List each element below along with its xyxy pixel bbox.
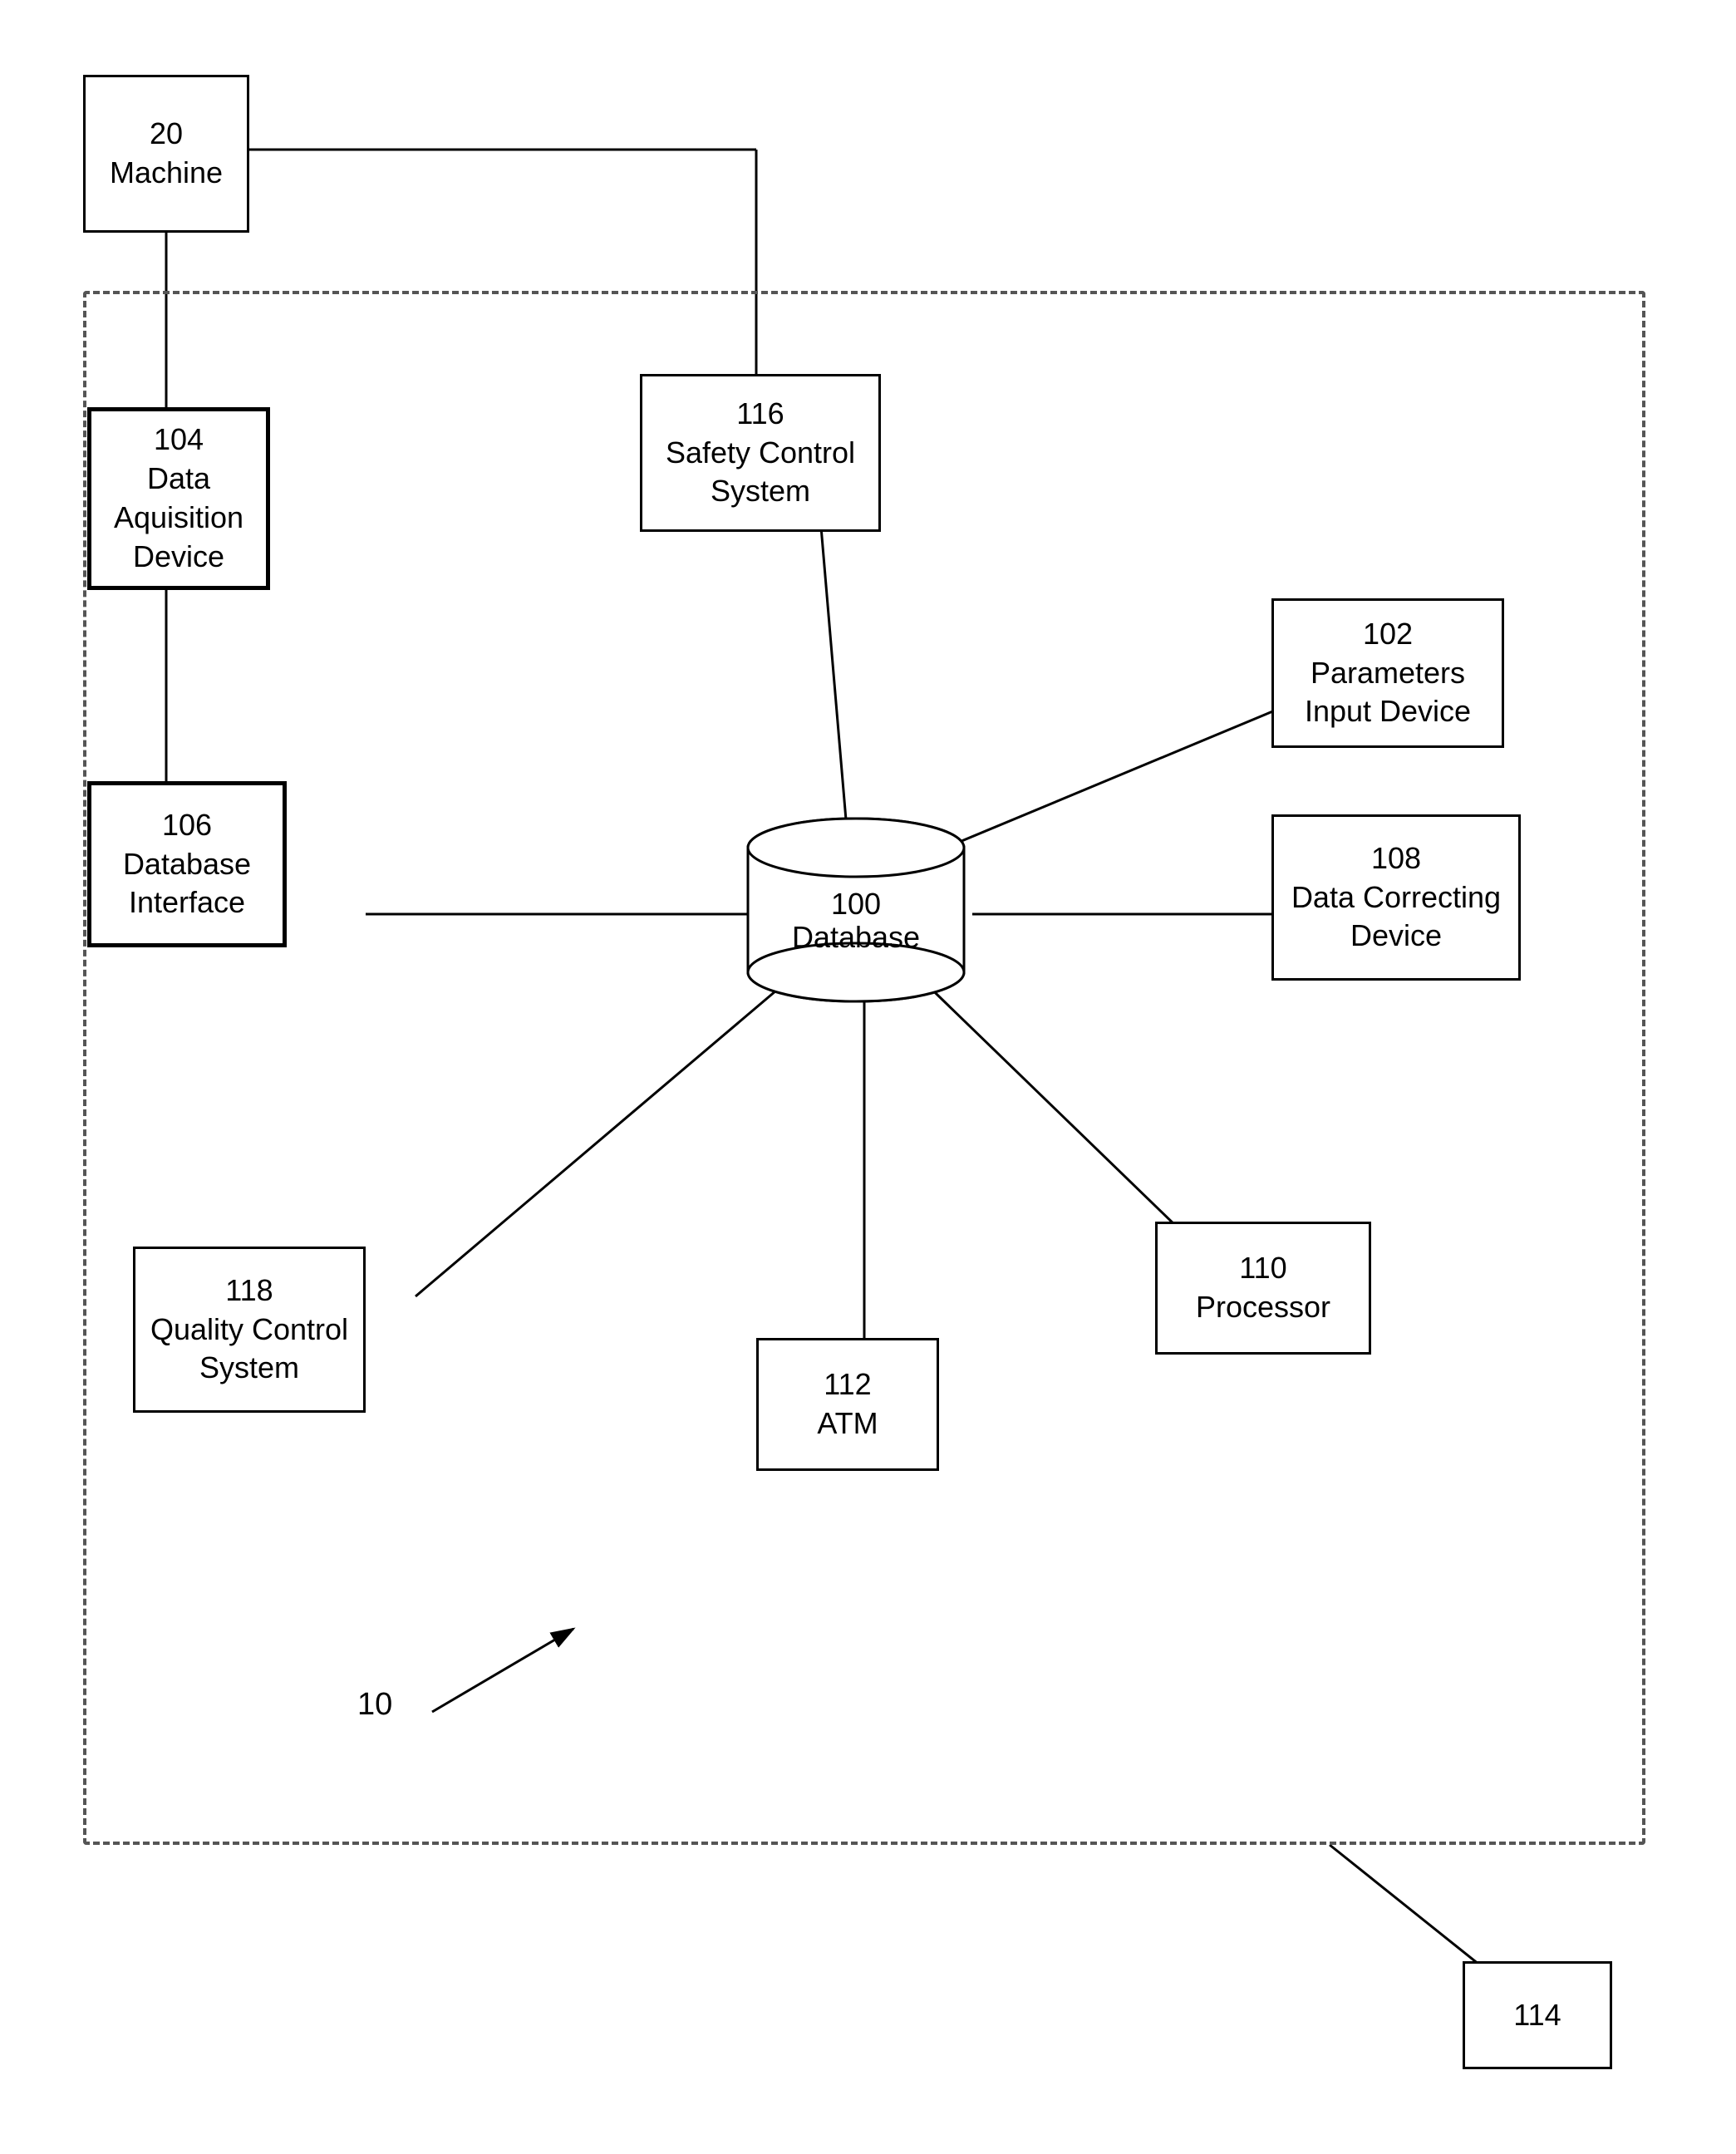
machine-label: 20 Machine bbox=[110, 115, 223, 193]
database-interface-label: 106 Database Interface bbox=[123, 806, 251, 922]
node114: 114 bbox=[1463, 1961, 1612, 2069]
machine-node: 20 Machine bbox=[83, 75, 249, 233]
parameters-input-label: 102 Parameters Input Device bbox=[1305, 615, 1471, 731]
processor-label: 110 Processor bbox=[1196, 1249, 1330, 1327]
parameters-input-node: 102 Parameters Input Device bbox=[1271, 598, 1504, 748]
system-label: 10 bbox=[357, 1687, 392, 1723]
data-acquisition-label: 104 Data Aquisition Device bbox=[114, 420, 243, 576]
svg-text:Database: Database bbox=[792, 920, 920, 954]
data-acquisition-node: 104 Data Aquisition Device bbox=[87, 407, 270, 590]
processor-node: 110 Processor bbox=[1155, 1222, 1371, 1355]
svg-text:100: 100 bbox=[831, 887, 881, 921]
data-correcting-label: 108 Data Correcting Device bbox=[1291, 839, 1501, 956]
quality-control-label: 118 Quality Control System bbox=[150, 1271, 348, 1388]
database-node: 100 Database bbox=[740, 806, 972, 1006]
database-interface-node: 106 Database Interface bbox=[87, 781, 287, 947]
quality-control-node: 118 Quality Control System bbox=[133, 1247, 366, 1413]
node114-label: 114 bbox=[1513, 1996, 1561, 2035]
atm-label: 112 ATM bbox=[817, 1365, 878, 1443]
system-id-label: 10 bbox=[357, 1687, 392, 1722]
data-correcting-node: 108 Data Correcting Device bbox=[1271, 814, 1521, 981]
diagram-container: 20 Machine 104 Data Aquisition Device 11… bbox=[33, 33, 1703, 2121]
safety-control-node: 116 Safety Control System bbox=[640, 374, 881, 532]
atm-node: 112 ATM bbox=[756, 1338, 939, 1471]
database-cylinder-svg: 100 Database bbox=[740, 806, 972, 1006]
safety-control-label: 116 Safety Control System bbox=[666, 395, 855, 511]
